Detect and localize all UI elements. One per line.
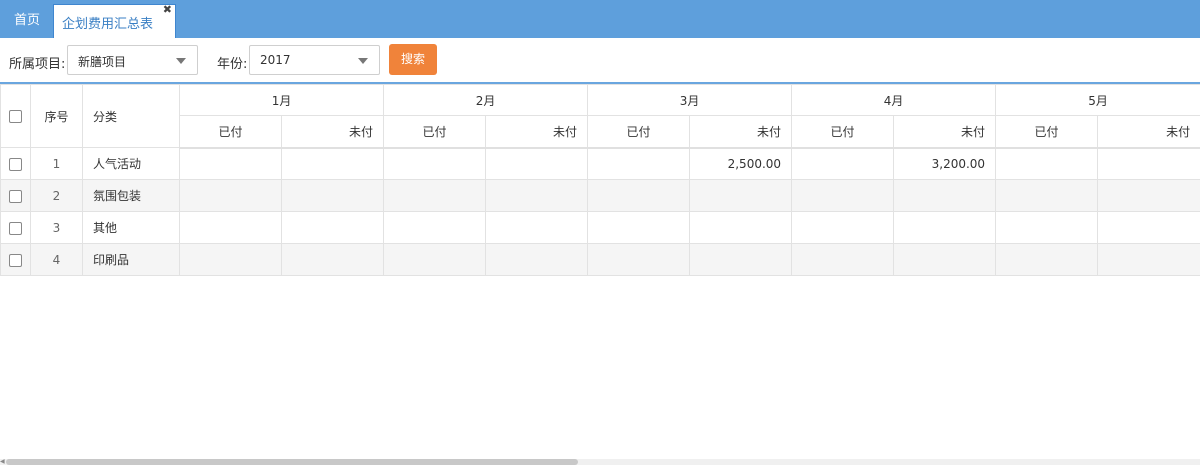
cell-paid (179, 243, 282, 276)
expense-table: 序号 分类 1月 2月 3月 4月 5月 已付 未付 已付 未付 已付 未付 已… (0, 84, 1200, 276)
row-index: 3 (30, 211, 83, 244)
chevron-down-icon (358, 58, 368, 64)
header-paid[interactable]: 已付 (383, 115, 487, 149)
row-checkbox-cell (0, 211, 31, 244)
row-checkbox-cell (0, 243, 31, 276)
year-select[interactable]: 2017 (249, 45, 380, 75)
cell-paid (587, 243, 691, 276)
cell-paid (995, 243, 1099, 276)
tab-bar: 首页 企划费用汇总表 ✖ (0, 0, 1200, 38)
header-paid[interactable]: 已付 (791, 115, 895, 149)
cell-paid (179, 147, 282, 180)
cell-unpaid (280, 211, 385, 244)
cell-unpaid (485, 243, 589, 276)
cell-paid (587, 179, 691, 212)
header-paid[interactable]: 已付 (179, 115, 282, 149)
cell-unpaid: 3,200.00 (893, 147, 997, 180)
row-index: 4 (30, 243, 83, 276)
cell-unpaid (280, 147, 385, 180)
cell-paid (587, 211, 691, 244)
select-all-checkbox[interactable] (9, 110, 22, 123)
scroll-left-icon[interactable]: ◀ (0, 458, 5, 465)
header-month-1[interactable]: 1月 (178, 84, 385, 116)
cell-paid (179, 179, 282, 212)
header-month-3[interactable]: 3月 (587, 84, 793, 116)
cell-unpaid (1097, 179, 1200, 212)
tab-planning-expense-summary[interactable]: 企划费用汇总表 ✖ (53, 3, 176, 38)
chevron-down-icon (176, 58, 186, 64)
cell-paid (995, 147, 1099, 180)
header-index[interactable]: 序号 (30, 84, 83, 148)
cell-paid (995, 211, 1099, 244)
header-month-4[interactable]: 4月 (791, 84, 997, 116)
search-button[interactable]: 搜索 (389, 44, 437, 75)
cell-paid (383, 147, 487, 180)
close-icon[interactable]: ✖ (163, 3, 172, 16)
cell-paid (383, 243, 487, 276)
row-index: 2 (30, 179, 83, 212)
cell-unpaid (689, 243, 793, 276)
row-checkbox[interactable] (9, 221, 22, 235)
header-unpaid[interactable]: 未付 (893, 115, 997, 149)
cell-unpaid (1097, 243, 1200, 276)
cell-paid (791, 211, 895, 244)
cell-unpaid (280, 243, 385, 276)
cell-unpaid (280, 179, 385, 212)
header-unpaid[interactable]: 未付 (485, 115, 589, 149)
table-row[interactable]: 3 其他 (0, 211, 1200, 244)
header-month-2[interactable]: 2月 (383, 84, 589, 116)
scrollbar-thumb[interactable] (6, 459, 578, 465)
header-month-5[interactable]: 5月 (995, 84, 1200, 116)
cell-paid (791, 147, 895, 180)
header-paid[interactable]: 已付 (587, 115, 691, 149)
cell-unpaid (893, 243, 997, 276)
table-row[interactable]: 2 氛围包装 (0, 179, 1200, 212)
project-label: 所属项目: (9, 57, 66, 72)
table-row[interactable]: 4 印刷品 (0, 243, 1200, 276)
cell-paid (587, 147, 691, 180)
tab-home[interactable]: 首页 (0, 0, 54, 38)
cell-unpaid (1097, 147, 1200, 180)
cell-unpaid: 2,500.00 (689, 147, 793, 180)
horizontal-scrollbar[interactable]: ◀ (0, 458, 1200, 465)
row-category: 人气活动 (82, 147, 180, 180)
cell-paid (383, 211, 487, 244)
year-label: 年份: (217, 57, 248, 72)
row-checkbox-cell (0, 147, 31, 180)
project-select[interactable]: 新膳项目 (67, 45, 198, 75)
cell-paid (179, 211, 282, 244)
cell-unpaid (689, 211, 793, 244)
row-checkbox[interactable] (9, 253, 22, 267)
table-row[interactable]: 1 人气活动 2,500.00 3,200.00 (0, 147, 1200, 180)
header-paid[interactable]: 已付 (995, 115, 1099, 149)
row-index: 1 (30, 147, 83, 180)
filter-toolbar: 所属项目: 新膳项目 年份: 2017 搜索 (0, 38, 1200, 82)
row-category: 氛围包装 (82, 179, 180, 212)
header-unpaid[interactable]: 未付 (1097, 115, 1200, 149)
project-select-value: 新膳项目 (78, 55, 127, 69)
select-all-cell (0, 84, 31, 148)
cell-unpaid (485, 211, 589, 244)
row-checkbox[interactable] (9, 189, 22, 203)
cell-unpaid (485, 179, 589, 212)
row-category: 其他 (82, 211, 180, 244)
cell-paid (791, 243, 895, 276)
cell-unpaid (485, 147, 589, 180)
cell-unpaid (1097, 211, 1200, 244)
row-checkbox-cell (0, 179, 31, 212)
row-checkbox[interactable] (9, 157, 22, 171)
year-select-value: 2017 (260, 53, 291, 67)
cell-unpaid (689, 179, 793, 212)
tab-label: 企划费用汇总表 (62, 17, 154, 32)
cell-paid (791, 179, 895, 212)
header-unpaid[interactable]: 未付 (689, 115, 793, 149)
cell-paid (383, 179, 487, 212)
cell-paid (995, 179, 1099, 212)
row-category: 印刷品 (82, 243, 180, 276)
cell-unpaid (893, 211, 997, 244)
header-unpaid[interactable]: 未付 (280, 115, 385, 149)
cell-unpaid (893, 179, 997, 212)
header-category[interactable]: 分类 (82, 84, 180, 148)
